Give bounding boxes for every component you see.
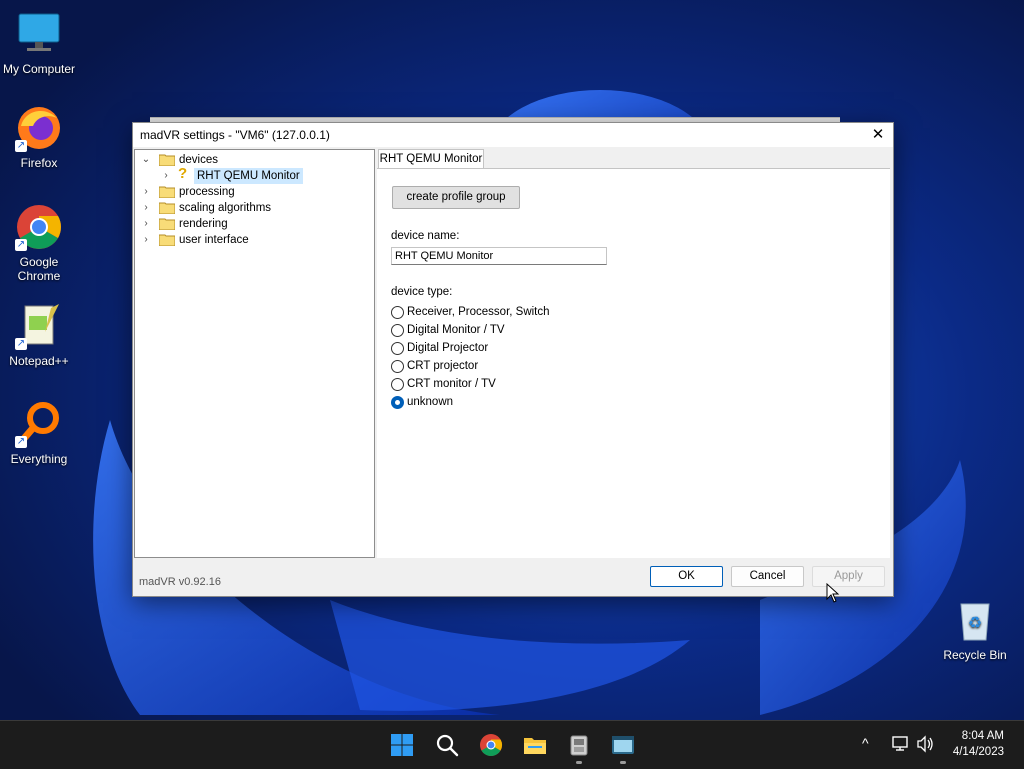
- chevron-down-icon[interactable]: ⌄: [141, 152, 151, 168]
- madvr-settings-icon[interactable]: [567, 733, 591, 757]
- search-icon[interactable]: [435, 733, 459, 757]
- tree-item-rht-qemu-monitor[interactable]: › ? RHT QEMU Monitor: [135, 165, 372, 184]
- everything-search-icon: ↗: [15, 400, 63, 448]
- radio-label: CRT projector: [407, 360, 479, 372]
- folder-icon: [159, 202, 175, 214]
- tree-item-processing[interactable]: › processing: [135, 184, 372, 200]
- tree-item-label: RHT QEMU Monitor: [194, 168, 303, 184]
- radio-button[interactable]: [391, 342, 404, 355]
- tab-content: create profile group device name: device…: [377, 168, 890, 558]
- desktop-icon-everything[interactable]: ↗ Everything: [0, 400, 78, 466]
- radio-label: Digital Monitor / TV: [407, 324, 505, 336]
- firefox-icon: ↗: [15, 104, 63, 152]
- question-mark-icon: ?: [178, 165, 188, 182]
- chevron-right-icon[interactable]: ›: [141, 232, 151, 248]
- chrome-icon: ↗: [15, 203, 63, 251]
- tree-item-user-interface[interactable]: › user interface: [135, 232, 372, 248]
- device-name-input[interactable]: [391, 247, 607, 265]
- create-profile-group-button[interactable]: create profile group: [392, 186, 520, 209]
- shortcut-arrow-icon: ↗: [15, 140, 27, 152]
- volume-icon[interactable]: [916, 735, 934, 753]
- radio-label: Digital Projector: [407, 342, 489, 354]
- desktop-icon-my-computer[interactable]: My Computer: [0, 10, 78, 76]
- folder-icon: [159, 186, 175, 198]
- desktop-icon-notepadpp[interactable]: ↗ Notepad++: [0, 302, 78, 368]
- tree-item-rendering[interactable]: › rendering: [135, 216, 372, 232]
- tree-item-label: rendering: [179, 218, 228, 230]
- radio-button[interactable]: [391, 378, 404, 391]
- desktop-icon-label: Notepad++: [9, 354, 69, 368]
- clock-time[interactable]: 8:04 AM: [962, 730, 1004, 742]
- monitor-icon: [15, 10, 63, 58]
- desktop-icon-label: Everything: [10, 452, 68, 466]
- title-bar[interactable]: madVR settings - "VM6" (127.0.0.1) ✕: [133, 123, 893, 147]
- running-indicator: [620, 761, 626, 764]
- desktop-icon-recycle-bin[interactable]: ♻ Recycle Bin: [936, 596, 1014, 662]
- desktop-icon-label: Recycle Bin: [943, 648, 1007, 662]
- radio-button[interactable]: [391, 324, 404, 337]
- desktop-icon-label: Google Chrome: [17, 255, 61, 283]
- version-label: madVR v0.92.16: [139, 576, 221, 588]
- start-icon[interactable]: [390, 733, 414, 757]
- desktop-icon-google-chrome[interactable]: ↗ Google Chrome: [0, 203, 78, 283]
- radio-label: CRT monitor / TV: [407, 378, 496, 390]
- chevron-right-icon[interactable]: ›: [141, 216, 151, 232]
- radio-label: unknown: [407, 396, 454, 408]
- radio-button-selected[interactable]: [391, 396, 404, 409]
- shortcut-arrow-icon: ↗: [15, 239, 27, 251]
- mouse-cursor-icon: [826, 583, 840, 603]
- radio-label: Receiver, Processor, Switch: [407, 306, 550, 318]
- recycle-bin-icon: ♻: [951, 596, 999, 644]
- desktop-icon-label: My Computer: [2, 62, 76, 76]
- svg-text:♻: ♻: [968, 615, 982, 632]
- radio-button[interactable]: [391, 306, 404, 319]
- tree-item-label: processing: [179, 186, 235, 198]
- file-explorer-icon[interactable]: [523, 733, 547, 757]
- desktop-icon-label: Firefox: [20, 156, 58, 170]
- tree-item-label: user interface: [179, 234, 249, 246]
- apply-button[interactable]: Apply: [812, 566, 885, 587]
- ok-button[interactable]: OK: [650, 566, 723, 587]
- window-title: madVR settings - "VM6" (127.0.0.1): [140, 128, 330, 142]
- tree-item-scaling-algorithms[interactable]: › scaling algorithms: [135, 200, 372, 216]
- shortcut-arrow-icon: ↗: [15, 436, 27, 448]
- network-icon[interactable]: [892, 735, 910, 753]
- settings-panel: RHT QEMU Monitor create profile group de…: [377, 149, 891, 558]
- folder-icon: [159, 218, 175, 230]
- notepadpp-icon: ↗: [15, 302, 63, 350]
- chevron-right-icon[interactable]: ›: [161, 168, 171, 184]
- terminal-icon[interactable]: [611, 733, 635, 757]
- folder-icon: [159, 234, 175, 246]
- clock-date[interactable]: 4/14/2023: [953, 746, 1004, 758]
- tree-item-label: scaling algorithms: [179, 202, 272, 214]
- tray-chevron-icon[interactable]: ^: [862, 735, 869, 751]
- close-button[interactable]: ✕: [863, 123, 893, 147]
- device-name-label: device name:: [391, 230, 460, 242]
- tree-item-devices[interactable]: ⌄ devices: [135, 152, 372, 168]
- taskbar: ^ 8:04 AM 4/14/2023: [0, 720, 1024, 769]
- radio-button[interactable]: [391, 360, 404, 373]
- chevron-right-icon[interactable]: ›: [141, 200, 151, 216]
- chevron-right-icon[interactable]: ›: [141, 184, 151, 200]
- madvr-settings-window[interactable]: madVR settings - "VM6" (127.0.0.1) ✕ ⌄ d…: [132, 122, 894, 597]
- shortcut-arrow-icon: ↗: [15, 338, 27, 350]
- folder-icon: [159, 154, 175, 166]
- settings-tree[interactable]: ⌄ devices › ? RHT QEMU Monitor › process…: [134, 149, 375, 558]
- desktop-icon-firefox[interactable]: ↗ Firefox: [0, 104, 78, 170]
- tab-rht-qemu-monitor[interactable]: RHT QEMU Monitor: [378, 149, 484, 169]
- chrome-icon[interactable]: [479, 733, 503, 757]
- cancel-button[interactable]: Cancel: [731, 566, 804, 587]
- device-type-label: device type:: [391, 286, 453, 298]
- running-indicator: [576, 761, 582, 764]
